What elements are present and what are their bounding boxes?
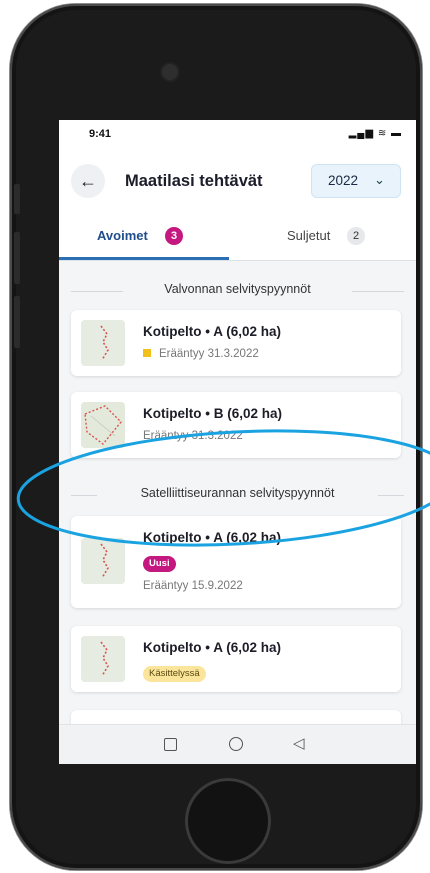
tab-closed-count-badge: 2 — [347, 227, 365, 245]
home-button[interactable] — [185, 778, 271, 864]
parcel-map-thumbnail — [81, 636, 125, 682]
section-heading-inspection: Valvonnan selvityspyynnöt — [71, 282, 404, 300]
year-select-value: 2022 — [328, 173, 359, 188]
phone-frame: 9:41 ▂▄▆ ≋ ▬ ← Maatilasi tehtävät 2022 ⌄… — [10, 4, 422, 870]
tab-open-label: Avoimet — [97, 228, 148, 243]
status-badge-new: Uusi — [143, 556, 176, 572]
list-item[interactable]: Kotipelto • A (6,02 ha) Uusi Erääntyy 15… — [71, 516, 401, 608]
tab-closed[interactable]: Suljetut 2 — [229, 214, 416, 260]
chevron-down-icon: ⌄ — [374, 172, 385, 187]
parcel-map-thumbnail — [81, 320, 125, 366]
list-item[interactable]: Kotipelto • A (6,02 ha) Erääntyy 31.3.20… — [71, 310, 401, 376]
parcel-map-thumbnail — [81, 402, 125, 448]
parcel-map-thumbnail — [81, 538, 125, 584]
card-title: Kotipelto • B (6,02 ha) — [143, 406, 282, 421]
status-badge-processing: Käsittelyssä — [143, 666, 206, 682]
signal-wifi-battery-icon: ▂▄▆ ≋ ▬ — [348, 128, 402, 139]
home-icon[interactable] — [229, 737, 243, 751]
front-camera — [160, 62, 180, 82]
app-header: ← Maatilasi tehtävät 2022 ⌄ — [59, 150, 416, 214]
list-item[interactable]: Kotipelto • B (6,02 ha) Erääntyy 31.3.20… — [71, 392, 401, 458]
tab-open-count-badge: 3 — [165, 227, 183, 245]
tab-open[interactable]: Avoimet 3 — [59, 214, 229, 260]
due-date-text: Erääntyy 31.3.2022 — [159, 348, 259, 360]
due-date: Erääntyy 31.3.2022 — [143, 348, 259, 360]
due-marker-icon — [143, 349, 151, 357]
card-title: Kotipelto • A (6,02 ha) — [143, 530, 281, 545]
app-screen: 9:41 ▂▄▆ ≋ ▬ ← Maatilasi tehtävät 2022 ⌄… — [59, 120, 416, 764]
back-triangle-icon[interactable]: ◁ — [293, 734, 305, 752]
mute-switch — [14, 184, 20, 214]
section-heading-satellite: Satelliittiseurannan selvityspyynnöt — [71, 486, 404, 504]
list-item[interactable]: Kotipelto • A (6,02 ha) Käsittelyssä — [71, 626, 401, 692]
card-title: Kotipelto • A (6,02 ha) — [143, 640, 281, 655]
volume-down-button — [14, 296, 20, 348]
volume-up-button — [14, 232, 20, 284]
back-button[interactable]: ← — [71, 164, 105, 198]
due-date-text: Erääntyy 31.3.2022 — [143, 430, 243, 442]
arrow-left-icon: ← — [79, 171, 97, 191]
status-bar: 9:41 ▂▄▆ ≋ ▬ — [59, 120, 416, 150]
due-date-text: Erääntyy 15.9.2022 — [143, 580, 243, 592]
system-nav-bar: ◁ — [59, 724, 416, 764]
page-title: Maatilasi tehtävät — [125, 172, 263, 190]
year-select[interactable]: 2022 ⌄ — [311, 164, 401, 198]
status-time: 9:41 — [89, 128, 112, 140]
recent-apps-icon[interactable] — [164, 738, 177, 751]
tab-bar: Avoimet 3 Suljetut 2 — [59, 214, 416, 261]
card-title: Kotipelto • A (6,02 ha) — [143, 324, 281, 339]
tab-closed-label: Suljetut — [287, 228, 331, 243]
